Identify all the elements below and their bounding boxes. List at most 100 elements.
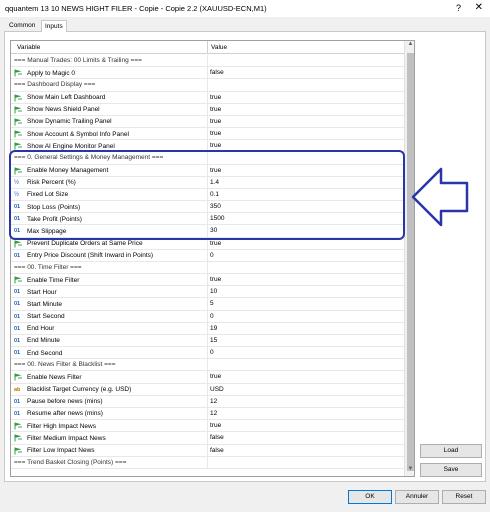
row-value[interactable]: true bbox=[210, 94, 221, 101]
row-value[interactable]: 12 bbox=[210, 398, 217, 405]
load-button[interactable]: Load bbox=[420, 444, 482, 458]
row-value[interactable]: false bbox=[210, 434, 224, 441]
input-row[interactable]: Enable Money Management true bbox=[11, 164, 404, 177]
scrollbar-thumb[interactable] bbox=[407, 53, 414, 471]
cell-separator bbox=[207, 176, 208, 188]
column-header-variable[interactable]: Variable bbox=[17, 44, 40, 51]
row-value[interactable]: true bbox=[210, 118, 221, 125]
input-row[interactable]: Show AI Engine Monitor Panel true bbox=[11, 140, 404, 153]
row-name: 01 Max Slippage bbox=[14, 227, 66, 235]
input-row[interactable]: 01 End Hour 19 bbox=[11, 322, 404, 335]
section-header-row[interactable]: === 0. General Settings & Money Manageme… bbox=[11, 152, 404, 165]
input-row[interactable]: 01 Start Second 0 bbox=[11, 310, 404, 323]
row-value[interactable]: 350 bbox=[210, 203, 221, 210]
row-value[interactable]: true bbox=[210, 240, 221, 247]
row-value[interactable]: true bbox=[210, 167, 221, 174]
cell-separator bbox=[207, 310, 208, 322]
input-row[interactable]: 01 Stop Loss (Points) 350 bbox=[11, 201, 404, 214]
cell-separator bbox=[207, 152, 208, 164]
input-row[interactable]: 01 End Second 0 bbox=[11, 347, 404, 360]
row-value[interactable]: true bbox=[210, 373, 221, 380]
bool-flag-icon bbox=[14, 167, 24, 175]
row-name: === 00. News Filter & Blacklist === bbox=[14, 361, 116, 368]
row-value[interactable]: 10 bbox=[210, 288, 217, 295]
row-value[interactable]: true bbox=[210, 130, 221, 137]
row-name: Show AI Engine Monitor Panel bbox=[14, 142, 115, 150]
input-row[interactable]: Enable News Filter true bbox=[11, 371, 404, 384]
row-value[interactable]: false bbox=[210, 69, 224, 76]
cell-separator bbox=[207, 432, 208, 444]
row-value[interactable]: 0 bbox=[210, 313, 214, 320]
section-header-row[interactable]: === Manual Trades: 00 Limits & Trailing … bbox=[11, 55, 404, 68]
row-name: Filter Medium Impact News bbox=[14, 434, 106, 442]
tab-inputs[interactable]: Inputs bbox=[41, 20, 67, 32]
input-row[interactable]: ab Blacklist Target Currency (e.g. USD) US… bbox=[11, 383, 404, 396]
input-row[interactable]: 01 Entry Price Discount (Shift Inward in … bbox=[11, 249, 404, 262]
row-value[interactable]: USD bbox=[210, 386, 224, 393]
section-header-row[interactable]: === 00. Time Filter === bbox=[11, 261, 404, 275]
row-name: Apply to Magic 0 bbox=[14, 69, 75, 77]
row-value[interactable]: 0 bbox=[210, 252, 214, 259]
row-value[interactable]: 15 bbox=[210, 337, 217, 344]
row-value[interactable]: 30 bbox=[210, 227, 217, 234]
close-button[interactable]: ✕ bbox=[475, 2, 483, 13]
input-row[interactable]: Show Main Left Dashboard true bbox=[11, 91, 404, 104]
input-row[interactable]: Show Account & Symbol Info Panel true bbox=[11, 128, 404, 141]
input-row[interactable]: 01 Start Minute 5 bbox=[11, 298, 404, 311]
tab-bar: Common Inputs bbox=[4, 19, 486, 32]
row-value[interactable]: 5 bbox=[210, 300, 214, 307]
cell-separator bbox=[207, 298, 208, 310]
input-row[interactable]: ½ Risk Percent (%) 1.4 bbox=[11, 176, 404, 189]
section-header-row[interactable]: === Trend Basket Closing (Points) === bbox=[11, 456, 404, 469]
row-value[interactable]: true bbox=[210, 142, 221, 149]
bool-flag-icon bbox=[14, 118, 24, 126]
input-row[interactable]: Filter Medium Impact News false bbox=[11, 432, 404, 445]
row-value[interactable]: 0.1 bbox=[210, 191, 219, 198]
cell-separator bbox=[207, 201, 208, 213]
row-value[interactable]: true bbox=[210, 106, 221, 113]
row-value[interactable]: 0 bbox=[210, 349, 214, 356]
row-value[interactable]: 19 bbox=[210, 325, 217, 332]
vertical-scrollbar[interactable]: ▲ ▼ bbox=[404, 41, 414, 476]
section-header-row[interactable]: === 00. News Filter & Blacklist === bbox=[11, 359, 404, 372]
row-value[interactable]: 1.4 bbox=[210, 179, 219, 186]
column-separator[interactable] bbox=[207, 41, 208, 54]
row-value[interactable]: false bbox=[210, 447, 224, 454]
input-row[interactable]: Apply to Magic 0 false bbox=[11, 67, 404, 80]
input-row[interactable]: Show News Shield Panel true bbox=[11, 103, 404, 116]
input-row[interactable]: Enable Time Filter true bbox=[11, 274, 404, 287]
input-row[interactable]: Filter High Impact News true bbox=[11, 420, 404, 433]
input-row[interactable]: 01 Max Slippage 30 bbox=[11, 225, 404, 238]
input-row[interactable]: 01 End Minute 15 bbox=[11, 334, 404, 348]
annuler-button[interactable]: Annuler bbox=[395, 490, 439, 504]
row-value[interactable]: true bbox=[210, 276, 221, 283]
bool-flag-icon bbox=[14, 447, 24, 455]
tab-common[interactable]: Common bbox=[6, 22, 38, 32]
scroll-up-arrow-icon[interactable]: ▲ bbox=[405, 41, 414, 51]
row-name: 01 End Second bbox=[14, 349, 62, 357]
save-button[interactable]: Save bbox=[420, 463, 482, 477]
reset-button[interactable]: Reset bbox=[442, 490, 486, 504]
integer-icon: 01 bbox=[14, 289, 21, 296]
integer-icon: 01 bbox=[14, 350, 21, 357]
input-row[interactable]: ½ Fixed Lot Size 0.1 bbox=[11, 188, 404, 202]
ok-button[interactable]: OK bbox=[348, 490, 392, 504]
help-button[interactable]: ? bbox=[456, 3, 461, 13]
input-row[interactable]: 01 Pause before news (mins) 12 bbox=[11, 395, 404, 408]
row-value[interactable]: 12 bbox=[210, 410, 217, 417]
row-value[interactable]: true bbox=[210, 422, 221, 429]
cell-separator bbox=[207, 225, 208, 237]
scroll-down-arrow-icon[interactable]: ▼ bbox=[405, 466, 414, 476]
input-row[interactable]: 01 Take Profit (Points) 1500 bbox=[11, 213, 404, 226]
input-row[interactable]: Show Dynamic Trailing Panel true bbox=[11, 115, 404, 129]
bool-flag-icon bbox=[14, 276, 24, 284]
input-row[interactable]: Prevent Duplicate Orders at Same Price tr… bbox=[11, 237, 404, 250]
row-value[interactable]: 1500 bbox=[210, 215, 224, 222]
column-header-value[interactable]: Value bbox=[211, 44, 227, 51]
input-row[interactable]: 01 Resume after news (mins) 12 bbox=[11, 407, 404, 421]
input-row[interactable]: 01 Start Hour 10 bbox=[11, 286, 404, 299]
cell-separator bbox=[207, 383, 208, 395]
bool-flag-icon bbox=[14, 373, 24, 381]
input-row[interactable]: Filter Low Impact News false bbox=[11, 444, 404, 457]
section-header-row[interactable]: === Dashboard Display === bbox=[11, 79, 404, 92]
